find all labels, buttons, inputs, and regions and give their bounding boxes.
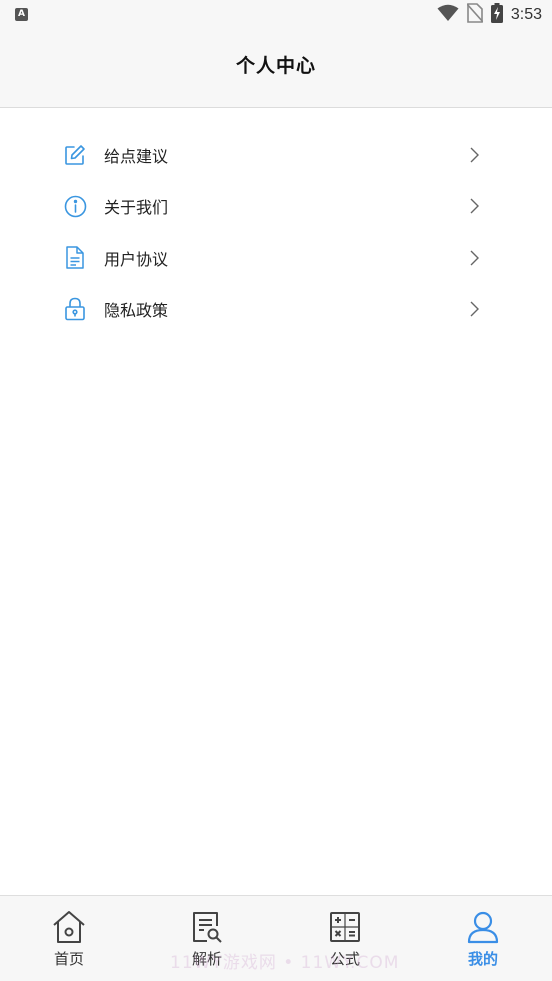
- info-icon: [63, 194, 87, 218]
- status-time: 3:53: [510, 6, 542, 23]
- chevron-right-icon: [467, 146, 481, 164]
- menu-item-label: 给点建议: [104, 146, 169, 166]
- user-icon: [464, 908, 502, 946]
- edit-icon: [63, 143, 87, 167]
- document-icon: [63, 246, 87, 270]
- menu-item-label: 关于我们: [104, 198, 169, 218]
- app-notification-icon: A: [15, 8, 28, 21]
- menu-item-label: 隐私政策: [104, 301, 169, 321]
- no-sim-icon: [466, 3, 484, 27]
- nav-label: 我的: [467, 950, 498, 968]
- nav-item-formula[interactable]: 公式: [276, 896, 414, 981]
- chevron-right-icon: [467, 249, 481, 267]
- page-title: 个人中心: [235, 55, 316, 77]
- lock-icon: [63, 297, 87, 321]
- battery-charging-icon: [490, 3, 503, 27]
- nav-item-analysis[interactable]: 解析: [138, 896, 276, 981]
- status-bar: A 3:53: [0, 0, 552, 30]
- home-icon: [50, 908, 88, 946]
- bottom-nav: 首页 解析 公式 我的: [0, 895, 552, 981]
- chevron-right-icon: [467, 300, 481, 318]
- nav-label: 解析: [191, 950, 222, 968]
- nav-item-mine[interactable]: 我的: [414, 896, 552, 981]
- menu-item-privacy-policy[interactable]: 隐私政策: [0, 284, 552, 336]
- menu-item-about-us[interactable]: 关于我们: [0, 181, 552, 233]
- menu-item-user-agreement[interactable]: 用户协议: [0, 232, 552, 284]
- menu-list: 给点建议 关于我们 用户协议 隐私政策: [0, 129, 552, 335]
- nav-label: 公式: [329, 950, 360, 968]
- wifi-icon: [437, 4, 459, 26]
- nav-item-home[interactable]: 首页: [0, 896, 138, 981]
- menu-item-feedback[interactable]: 给点建议: [0, 129, 552, 181]
- analysis-icon: [188, 908, 226, 946]
- header: 个人中心: [0, 30, 552, 108]
- status-icons: 3:53: [437, 3, 542, 27]
- calculator-icon: [326, 908, 364, 946]
- chevron-right-icon: [467, 197, 481, 215]
- menu-item-label: 用户协议: [104, 249, 169, 269]
- nav-label: 首页: [53, 950, 84, 968]
